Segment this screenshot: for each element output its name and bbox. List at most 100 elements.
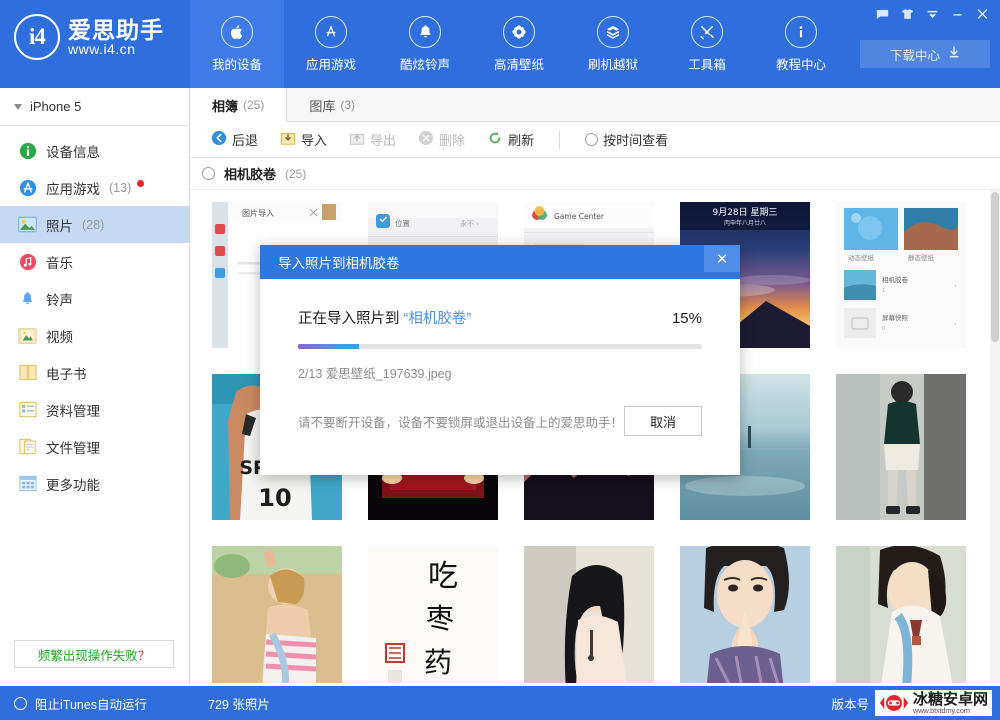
thumbnail-photo-long-hair-girl[interactable] [524, 546, 654, 683]
photo-grid-scrollbar[interactable] [990, 190, 1000, 683]
block-itunes-toggle[interactable]: 阻止iTunes自动运行 [0, 694, 190, 713]
block-itunes-label: 阻止iTunes自动运行 [35, 697, 148, 712]
sidebar-item-count: (13) [109, 180, 132, 195]
close-icon[interactable]: ✕ [704, 245, 740, 272]
svg-text:›: › [954, 320, 957, 328]
thumbnail-photo-man-street-fashion[interactable] [836, 374, 966, 520]
app-header: i4 爱思助手 www.i4.cn 我的设备 应用游戏 酷炫铃声 高清壁纸 刷机… [0, 0, 1000, 88]
thumbnail-photo-praying-girl[interactable] [680, 546, 810, 683]
import-icon [280, 130, 296, 149]
photo-icon [18, 215, 37, 234]
progress-percent: 15% [671, 310, 702, 327]
svg-text:枣: 枣 [426, 602, 454, 635]
thumbnail-photo-calligraphy[interactable]: 吃 枣 药 [368, 546, 498, 683]
nav-item-flash-jailbreak[interactable]: 刷机越狱 [566, 0, 660, 88]
sidebar-item-device-info[interactable]: 设备信息 [0, 132, 189, 169]
nav-label: 工具箱 [688, 57, 726, 72]
appstore-icon [18, 178, 37, 197]
refresh-button[interactable]: 刷新 [478, 127, 543, 153]
scrollbar-thumb[interactable] [991, 192, 999, 342]
nav-item-wallpapers[interactable]: 高清壁纸 [472, 0, 566, 88]
nav-item-apps-games[interactable]: 应用游戏 [284, 0, 378, 88]
refresh-icon [487, 130, 503, 149]
chevron-down-icon[interactable] [921, 4, 944, 24]
apple-icon [221, 15, 253, 48]
content-tabs: 相簿 (25) 图库 (3) [190, 88, 1000, 122]
main-nav: 我的设备 应用游戏 酷炫铃声 高清壁纸 刷机越狱 工具箱 教程中心 [190, 0, 848, 88]
download-center-button[interactable]: 下载中心 [860, 40, 990, 68]
svg-text:10: 10 [258, 484, 291, 512]
status-bar-right: 版本号 冰糖安卓网 www.btxtdmy.com [831, 689, 1000, 717]
export-icon [349, 130, 365, 149]
sidebar-item-ringtones[interactable]: 铃声 [0, 280, 189, 317]
view-by-time-toggle[interactable]: 按时间查看 [576, 127, 677, 153]
sidebar-item-file-management[interactable]: 文件管理 [0, 428, 189, 465]
nav-label: 酷炫铃声 [399, 57, 450, 72]
sidebar-item-label: 资料管理 [46, 403, 100, 419]
box-icon [597, 15, 629, 48]
app-window: i4 爱思助手 www.i4.cn 我的设备 应用游戏 酷炫铃声 高清壁纸 刷机… [0, 0, 1000, 720]
bell-icon [18, 289, 37, 308]
sidebar-item-label: 电子书 [46, 366, 87, 382]
dialog-status-text: 正在导入照片到 “相机胶卷” [298, 307, 471, 328]
refresh-label: 刷新 [508, 133, 535, 148]
status-target-album: “相机胶卷” [403, 311, 472, 327]
import-button[interactable]: 导入 [271, 127, 336, 153]
back-button[interactable]: 后退 [202, 127, 267, 153]
tab-albums[interactable]: 相簿 (25) [190, 88, 288, 122]
sidebar-item-music[interactable]: 音乐 [0, 243, 189, 280]
sidebar-item-ebooks[interactable]: 电子书 [0, 354, 189, 391]
radio-icon[interactable] [202, 167, 215, 180]
tab-gallery[interactable]: 图库 (3) [287, 88, 378, 122]
nav-item-toolbox[interactable]: 工具箱 [660, 0, 754, 88]
message-icon[interactable] [871, 4, 894, 24]
nav-item-tutorials[interactable]: 教程中心 [754, 0, 848, 88]
nav-label: 刷机越狱 [587, 57, 638, 72]
export-button: 导出 [340, 127, 405, 153]
thumbnail-photo-beach-girl[interactable] [212, 546, 342, 683]
cancel-button[interactable]: 取消 [624, 406, 702, 436]
dialog-title: 导入照片到相机胶卷 [278, 256, 400, 271]
i4-logo-text: i4 [29, 24, 46, 49]
svg-text:9月28日 星期三: 9月28日 星期三 [712, 207, 777, 218]
version-label: 版本号 [831, 697, 869, 712]
sidebar-item-label: 设备信息 [46, 144, 100, 160]
sidebar-item-label: 应用游戏 [46, 181, 100, 197]
album-name: 相机胶卷 [224, 167, 277, 182]
svg-text:吃: 吃 [428, 559, 458, 594]
nav-item-my-device[interactable]: 我的设备 [190, 0, 284, 88]
tab-count: (3) [340, 98, 356, 112]
delete-label: 删除 [439, 133, 466, 148]
sidebar-item-label: 更多功能 [46, 477, 100, 493]
thumbnail-photo-braid-girl[interactable] [836, 546, 966, 683]
svg-text:位置: 位置 [395, 218, 410, 228]
dialog-footer: 请不要断开设备，设备不要锁屏或退出设备上的爱思助手！ 取消 [298, 406, 702, 436]
sidebar-item-apps-games[interactable]: 应用游戏 (13) [0, 169, 189, 206]
progress-bar-fill [298, 344, 359, 349]
watermark-name: 冰糖安卓网 [912, 690, 988, 708]
nav-label: 高清壁纸 [493, 57, 544, 72]
svg-text:1: 1 [882, 288, 886, 294]
status-bar: 阻止iTunes自动运行 729 张照片 版本号 冰糖安卓网 www.btxtd… [0, 686, 1000, 720]
radio-icon [14, 696, 27, 710]
nav-item-ringtones[interactable]: 酷炫铃声 [378, 0, 472, 88]
bell-icon [409, 15, 441, 48]
close-icon[interactable] [971, 4, 994, 24]
delete-icon [418, 130, 434, 149]
sidebar-item-data-management[interactable]: 资料管理 [0, 391, 189, 428]
minimize-icon[interactable] [946, 4, 969, 24]
operation-failure-help-button[interactable]: 频繁出现操作失败？ [14, 640, 174, 668]
device-selector[interactable]: iPhone 5 [0, 88, 189, 126]
info-circle-icon [18, 141, 37, 160]
svg-text:相机胶卷: 相机胶卷 [882, 275, 909, 284]
tab-count: (25) [243, 98, 265, 112]
sidebar-item-videos[interactable]: 视频 [0, 317, 189, 354]
sidebar-item-more-features[interactable]: 更多功能 [0, 465, 189, 502]
chevron-down-icon [14, 103, 22, 110]
window-controls [871, 4, 994, 24]
skin-icon[interactable] [896, 4, 919, 24]
svg-text:›: › [954, 282, 957, 290]
music-icon [18, 252, 37, 271]
thumbnail-screenshot-wallpaper-picker[interactable]: 动态壁纸 静态壁纸 相机胶卷 1 › 屏幕快照 0 › [836, 202, 966, 348]
sidebar-item-photos[interactable]: 照片 (28) [0, 206, 189, 243]
